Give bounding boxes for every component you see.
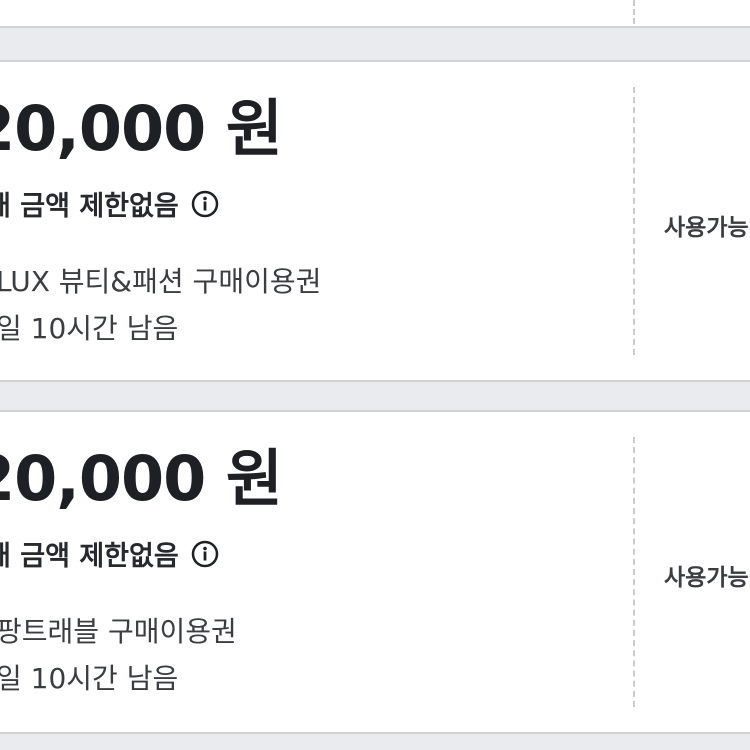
coupon-description: 팡트래블 구매이용권 — [0, 615, 237, 648]
info-icon[interactable] — [191, 540, 219, 568]
coupon-remaining-time: 일 10시간 남음 — [0, 312, 179, 345]
coupon-limit-row: 매 금액 제한없음 — [0, 534, 219, 573]
coupon-description: LUX 뷰티&패션 구매이용권 — [0, 265, 322, 298]
coupon-status: 사용가능 — [664, 565, 749, 591]
coupon-limit: 매 금액 제한없음 — [0, 541, 179, 572]
coupon-card[interactable]: 20,000 원 매 금액 제한없음 LUX 뷰티&패션 구매이용권 일 10시… — [0, 60, 750, 382]
coupon-card-partial — [0, 0, 750, 28]
coupon-card[interactable]: 20,000 원 매 금액 제한없음 팡트래블 구매이용권 일 10시간 남음 … — [0, 410, 750, 734]
info-icon[interactable] — [191, 190, 219, 218]
coupon-limit-row: 매 금액 제한없음 — [0, 184, 219, 223]
coupon-amount: 20,000 원 — [0, 92, 283, 165]
coupon-status: 사용가능 — [664, 215, 749, 241]
coupon-amount: 20,000 원 — [0, 442, 283, 515]
dashed-divider — [633, 437, 635, 707]
dashed-divider — [633, 87, 635, 355]
coupon-remaining-time: 일 10시간 남음 — [0, 662, 179, 695]
coupon-limit: 매 금액 제한없음 — [0, 191, 179, 222]
dashed-divider — [633, 0, 635, 24]
